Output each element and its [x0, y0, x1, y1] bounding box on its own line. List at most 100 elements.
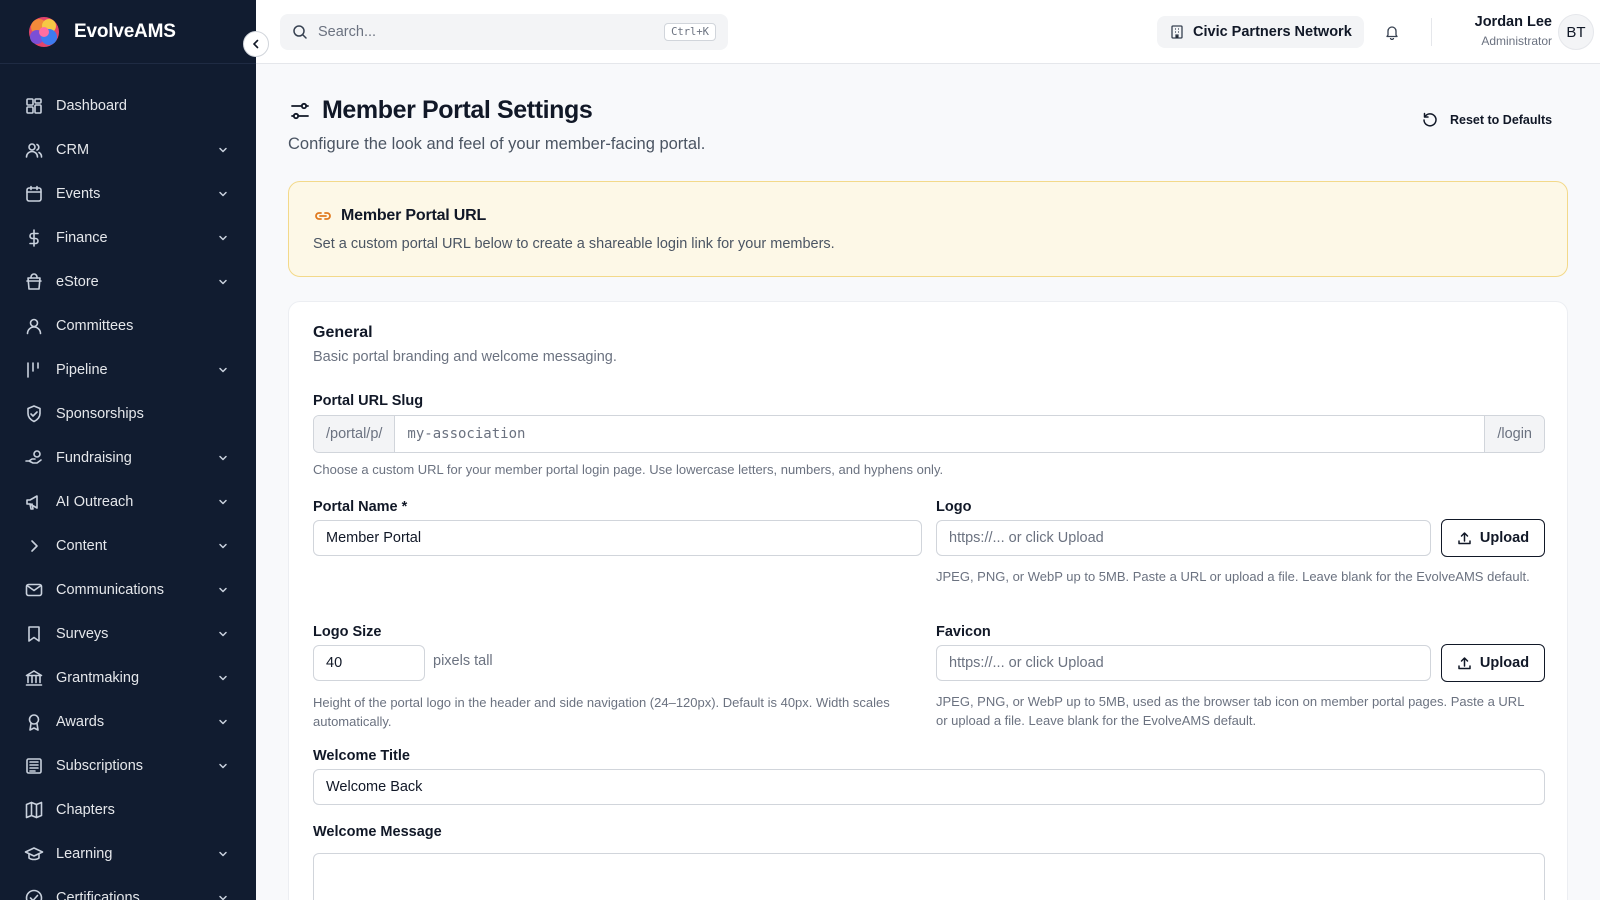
logo-url-input[interactable]: https://... or click Upload [936, 520, 1431, 556]
sidebar-item-grantmaking[interactable]: Grantmaking [0, 656, 256, 700]
user-name: Jordan Lee [1474, 14, 1552, 30]
search-input[interactable]: Search... Ctrl+K [280, 14, 728, 50]
welcome-title-input[interactable]: Welcome Back [313, 769, 1545, 805]
brand-name: EvolveAMS [74, 20, 176, 42]
notice-text: Set a custom portal URL below to create … [313, 236, 835, 252]
sidebar-item-learning[interactable]: Learning [0, 832, 256, 876]
sidebar-item-sponsorships[interactable]: Sponsorships [0, 392, 256, 436]
chevron-down-icon[interactable] [216, 583, 230, 597]
users-icon [24, 140, 44, 160]
sidebar-item-label: Dashboard [56, 98, 127, 114]
sidebar-item-label: CRM [56, 142, 90, 158]
sidebar: EvolveAMS Dashboard CRM Events Finance eStor… [0, 0, 256, 900]
chevron-down-icon[interactable] [216, 275, 230, 289]
portal-url-slug-input[interactable]: my-association [395, 416, 1484, 452]
logo-size-help-text: Height of the portal logo in the header … [313, 695, 890, 729]
graduation-cap-icon [24, 844, 44, 864]
sidebar-item-subscriptions[interactable]: Subscriptions [0, 744, 256, 788]
chevron-down-icon[interactable] [216, 891, 230, 900]
chevron-down-icon[interactable] [216, 495, 230, 509]
portal-name-input[interactable]: Member Portal [313, 520, 922, 556]
logo-upload-button[interactable]: Upload [1441, 519, 1545, 557]
sidebar-item-crm[interactable]: CRM [0, 128, 256, 172]
rotate-ccw-icon [1422, 112, 1438, 128]
sidebar-item-certifications[interactable]: Certifications [0, 876, 256, 900]
logo-size-input[interactable]: 40 [313, 645, 425, 681]
user-role: Administrator [1481, 34, 1552, 48]
chevron-down-icon[interactable] [216, 187, 230, 201]
chevron-down-icon[interactable] [216, 627, 230, 641]
settings-sliders-icon [288, 99, 312, 123]
sidebar-item-communications[interactable]: Communications [0, 568, 256, 612]
sidebar-item-finance[interactable]: Finance [0, 216, 256, 260]
committees-icon [24, 316, 44, 336]
sidebar-item-awards[interactable]: Awards [0, 700, 256, 744]
chevron-down-icon[interactable] [216, 451, 230, 465]
notifications-bell-icon[interactable] [1382, 22, 1402, 42]
collapse-sidebar-button[interactable] [243, 31, 269, 57]
sidebar-item-dashboard[interactable]: Dashboard [0, 84, 256, 128]
portal-name-label: Portal Name * [313, 499, 408, 515]
general-settings-card: General Basic portal branding and welcom… [288, 301, 1568, 900]
favicon-upload-button[interactable]: Upload [1441, 644, 1545, 682]
chevron-right-icon [24, 536, 44, 556]
welcome-message-textarea[interactable] [313, 853, 1545, 900]
sidebar-item-label: Content [56, 538, 107, 554]
organization-name: Civic Partners Network [1193, 24, 1352, 40]
brand-logo-icon [24, 12, 64, 52]
map-icon [24, 800, 44, 820]
sidebar-item-estore[interactable]: eStore [0, 260, 256, 304]
store-icon [24, 272, 44, 292]
organization-switcher[interactable]: Civic Partners Network [1157, 16, 1364, 48]
brand[interactable]: EvolveAMS [0, 0, 256, 64]
portal-url-slug-field: /portal/p/ my-association /login [313, 415, 1545, 453]
chevron-down-icon[interactable] [216, 847, 230, 861]
sponsorship-icon [24, 404, 44, 424]
section-subtitle: Basic portal branding and welcome messag… [313, 349, 617, 365]
reset-to-defaults-button[interactable]: Reset to Defaults [1422, 112, 1552, 128]
bank-icon [24, 668, 44, 688]
sidebar-item-chapters[interactable]: Chapters [0, 788, 256, 832]
user-menu[interactable]: Jordan Lee Administrator [1446, 13, 1552, 49]
sidebar-item-label: Grantmaking [56, 670, 140, 686]
search-icon [293, 25, 307, 39]
sidebar-item-committees[interactable]: Committees [0, 304, 256, 348]
badge-check-icon [24, 888, 44, 900]
sidebar-item-fundraising[interactable]: Fundraising [0, 436, 256, 480]
sidebar-item-content[interactable]: Content [0, 524, 256, 568]
sidebar-item-label: eStore [56, 274, 99, 290]
chevron-down-icon[interactable] [216, 231, 230, 245]
chevron-down-icon[interactable] [216, 671, 230, 685]
chevron-down-icon[interactable] [216, 759, 230, 773]
logo-label: Logo [936, 499, 972, 515]
award-icon [24, 712, 44, 732]
logo-size-label: Logo Size [313, 624, 382, 640]
reset-label: Reset to Defaults [1450, 113, 1553, 127]
chevron-down-icon[interactable] [216, 715, 230, 729]
chevron-down-icon[interactable] [216, 143, 230, 157]
bookmark-icon [24, 624, 44, 644]
welcome-title-label: Welcome Title [313, 748, 410, 764]
sidebar-item-ai-outreach[interactable]: AI Outreach [0, 480, 256, 524]
sidebar-item-label: Committees [56, 318, 134, 334]
newspaper-icon [24, 756, 44, 776]
sidebar-item-label: Surveys [56, 626, 109, 642]
favicon-url-input[interactable]: https://... or click Upload [936, 645, 1431, 681]
upload-label: Upload [1479, 655, 1530, 671]
chevron-down-icon[interactable] [216, 363, 230, 377]
sidebar-item-events[interactable]: Events [0, 172, 256, 216]
link-icon [313, 206, 333, 226]
sidebar-item-surveys[interactable]: Surveys [0, 612, 256, 656]
sidebar-item-label: Events [56, 186, 101, 202]
page-subtitle: Configure the look and feel of your memb… [288, 135, 706, 153]
chevron-down-icon[interactable] [216, 539, 230, 553]
upload-icon [1457, 531, 1472, 546]
page-title: Member Portal Settings [322, 96, 593, 124]
sidebar-item-label: Learning [56, 846, 113, 862]
sidebar-item-label: Finance [56, 230, 108, 246]
sidebar-item-pipeline[interactable]: Pipeline [0, 348, 256, 392]
dashboard-icon [24, 96, 44, 116]
topbar-divider [1431, 18, 1432, 46]
favicon-help-text: JPEG, PNG, or WebP up to 5MB, used as th… [936, 694, 1524, 728]
avatar[interactable]: BT [1558, 14, 1594, 50]
